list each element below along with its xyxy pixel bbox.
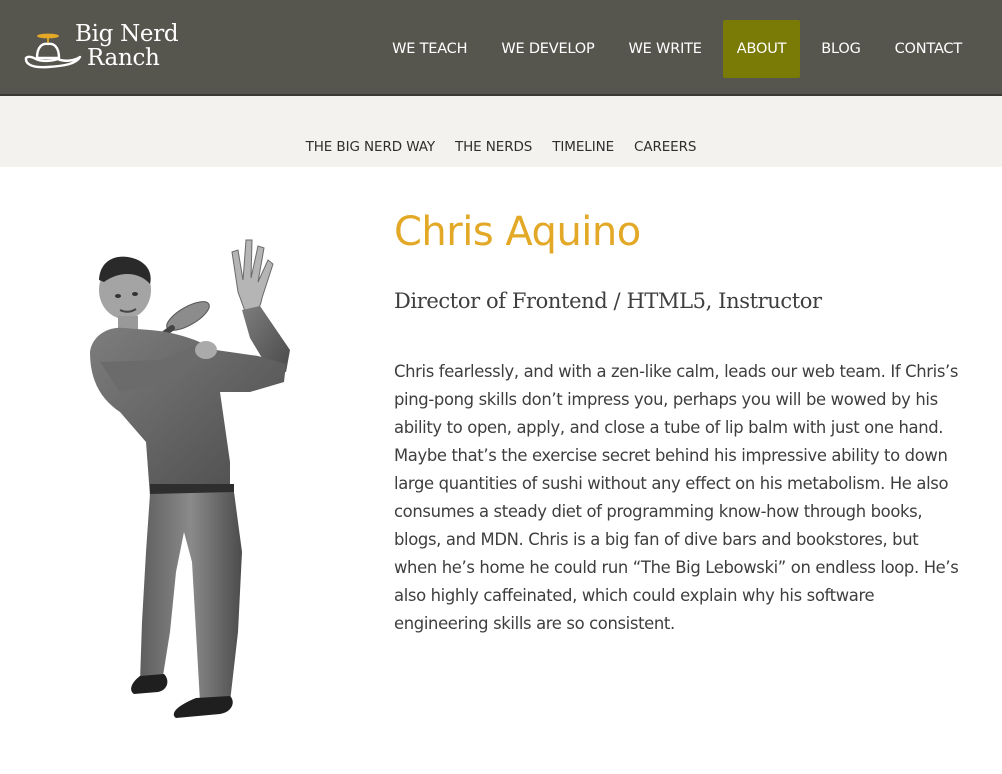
profile-photo	[80, 232, 300, 722]
logo[interactable]: Big Nerd Ranch	[24, 22, 184, 76]
subnav-the-nerds[interactable]: THE NERDS	[455, 139, 532, 155]
profile-bio: Chris fearlessly, and with a zen-like ca…	[394, 362, 959, 633]
nav-contact[interactable]: CONTACT	[878, 20, 979, 78]
subnav-careers[interactable]: CAREERS	[634, 139, 696, 155]
nav-we-develop[interactable]: WE DEVELOP	[484, 20, 611, 78]
brand-name: Big Nerd Ranch	[75, 21, 179, 71]
nav-we-write[interactable]: WE WRITE	[612, 20, 719, 78]
profile-name: Chris Aquino	[394, 209, 641, 255]
sub-navigation: THE BIG NERD WAY THE NERDS TIMELINE CARE…	[0, 96, 1002, 167]
brand-line1: Big Nerd	[75, 21, 179, 47]
main-nav: WE TEACH WE DEVELOP WE WRITE ABOUT BLOG …	[375, 20, 979, 78]
profile-role: Director of Frontend / HTML5, Instructor	[394, 289, 822, 313]
subnav-timeline[interactable]: TIMELINE	[552, 139, 614, 155]
brand-line2: Ranch	[87, 45, 160, 71]
nav-we-teach[interactable]: WE TEACH	[375, 20, 484, 78]
top-navigation-bar: Big Nerd Ranch WE TEACH WE DEVELOP WE WR…	[0, 0, 1002, 96]
nav-blog[interactable]: BLOG	[804, 20, 877, 78]
nav-about[interactable]: ABOUT	[722, 20, 801, 78]
subnav-big-nerd-way[interactable]: THE BIG NERD WAY	[306, 139, 435, 155]
person-photo-icon	[90, 239, 290, 718]
